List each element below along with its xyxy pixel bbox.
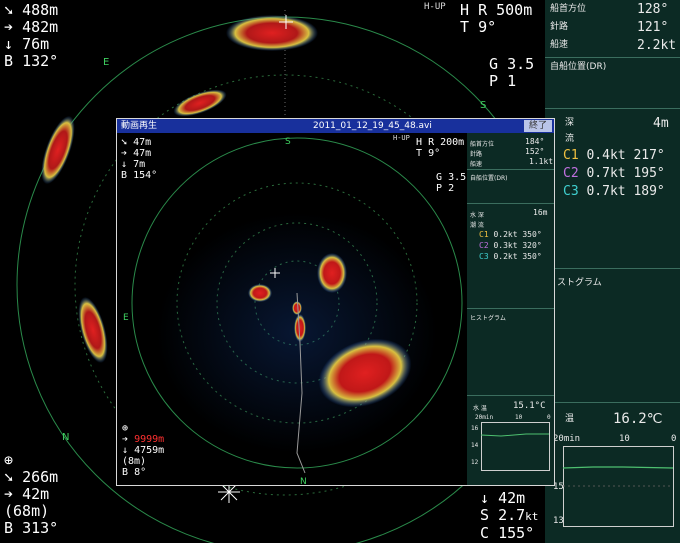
- echo-target: [248, 284, 272, 302]
- echo-target: [226, 15, 318, 51]
- speed-value: 2.2kt: [637, 38, 677, 53]
- current-row: C1 0.2kt 350°: [479, 230, 542, 239]
- right-arrow-icon: ➔: [4, 485, 14, 503]
- current-row: C2 0.3kt 320°: [479, 241, 542, 250]
- orientation-mode: H-UP: [424, 2, 446, 12]
- depth-value: 4m: [653, 116, 669, 131]
- graph-tick: 14: [471, 442, 479, 449]
- down-arrow-icon: ↓: [4, 35, 14, 53]
- position-label: 自船位置(DR): [550, 62, 607, 72]
- speed-value: 1.1kt: [529, 157, 554, 166]
- info-panel: 船首方位 128° 針路 121° 船速 2.2kt 自船位置(DR) 深 4m…: [545, 0, 680, 543]
- file-name: 2011_01_12_19_45_48.avi: [313, 121, 432, 131]
- right-arrow-icon: ➔: [121, 148, 128, 159]
- echo-target: [78, 297, 108, 363]
- depth-label: 水 深: [470, 212, 484, 219]
- player-orientation: H-UP: [393, 134, 410, 142]
- player-gain-readout: G 3.5 P 2: [436, 172, 467, 194]
- depth-label: 深: [565, 118, 575, 128]
- down-arrow-icon: ↓: [480, 489, 490, 507]
- player-bottom-readout: ⊕ ➔ 9999m ↓ 4759m (8m) B 8°: [122, 423, 165, 478]
- speed-label: 船速: [550, 40, 569, 50]
- player-range-readout: H R 200m T 9°: [416, 137, 465, 159]
- current-label: 潮 流: [470, 222, 484, 229]
- temp-value: 15.1°C: [513, 401, 546, 411]
- gain-readout: G 3.5 P 1: [489, 55, 535, 90]
- cross-icon: ⊕: [4, 451, 14, 469]
- ring-label: S: [285, 137, 291, 147]
- bottom-right-readout: ↓ 42m S 2.7kt C 155°: [480, 489, 539, 542]
- player-info-panel: 船首方位 184° 針路 152° 船速 1.1kt 自船位置(DR) 水 深 …: [467, 133, 554, 485]
- heading-value: 184°: [525, 137, 545, 146]
- position-label: 自船位置(DR): [470, 175, 508, 182]
- top-left-readout: ➘ 488m ➔ 482m ↓ 76m B 132°: [4, 1, 59, 70]
- current-label: 流: [565, 134, 575, 144]
- heading-label: 船首方位: [470, 141, 495, 148]
- heading-label: 船首方位: [550, 4, 587, 14]
- diag-arrow-icon: ➘: [4, 468, 14, 486]
- ring-label: S: [480, 100, 487, 111]
- temp-label: 水 温: [473, 405, 487, 412]
- window-title: 動画再生: [121, 121, 158, 131]
- video-player-window[interactable]: 動画再生 2011_01_12_19_45_48.avi 終了 S E N ➘ …: [116, 118, 555, 487]
- ring-label: E: [103, 57, 110, 68]
- title-bar[interactable]: 動画再生 2011_01_12_19_45_48.avi 終了: [117, 119, 554, 133]
- temp-graph: [563, 446, 674, 527]
- ring-label: N: [300, 477, 307, 487]
- depth-value: 16m: [533, 208, 548, 217]
- histogram-label: ストグラム: [557, 278, 602, 288]
- range-readout: H R 500m T 9°: [460, 1, 533, 36]
- graph-tick: 16: [471, 425, 479, 432]
- down-arrow-icon: ↓: [121, 159, 128, 170]
- speed-label: 船速: [470, 161, 483, 168]
- right-arrow-icon: ➔: [4, 18, 14, 36]
- heading-value: 128°: [637, 2, 669, 17]
- course-label: 針路: [550, 22, 569, 32]
- echo-target: [292, 301, 302, 315]
- temp-graph: [481, 422, 550, 471]
- temp-value: 16.2℃: [613, 411, 663, 427]
- diag-arrow-icon: ➘: [4, 1, 14, 19]
- course-value: 121°: [637, 20, 669, 35]
- current-row: C3 0.7kt 189°: [563, 184, 665, 199]
- current-row: C2 0.7kt 195°: [563, 166, 665, 181]
- close-button[interactable]: 終了: [524, 120, 552, 132]
- bottom-left-readout: ⊕ ➘ 266m ➔ 42m (68m) B 313°: [4, 451, 59, 537]
- player-left-readout: ➘ 47m ➔ 47m ↓ 7m B 154°: [121, 137, 158, 181]
- echo-target: [41, 115, 75, 185]
- player-current-list: C1 0.2kt 350° C2 0.3kt 320° C3 0.2kt 350…: [479, 229, 542, 262]
- ring-label: E: [123, 313, 129, 323]
- right-arrow-icon: ➔: [122, 434, 129, 445]
- echo-target: [317, 253, 347, 293]
- playback-sonar: [131, 137, 463, 474]
- current-row: C3 0.2kt 350°: [479, 252, 542, 261]
- graph-tick: 12: [471, 459, 479, 466]
- histogram-label: ヒストグラム: [470, 315, 506, 322]
- course-label: 針路: [470, 151, 483, 158]
- ring-label: N: [62, 432, 70, 443]
- echo-target: [173, 89, 227, 117]
- temp-label: 温: [565, 414, 575, 424]
- current-list: C1 0.4kt 217° C2 0.7kt 195° C3 0.7kt 189…: [563, 147, 665, 201]
- diag-arrow-icon: ➘: [121, 137, 128, 148]
- cross-icon: ⊕: [122, 423, 129, 434]
- course-value: 152°: [525, 147, 545, 156]
- down-arrow-icon: ↓: [122, 445, 129, 456]
- graph-tick: 13: [553, 516, 564, 526]
- current-row: C1 0.4kt 217°: [563, 148, 665, 163]
